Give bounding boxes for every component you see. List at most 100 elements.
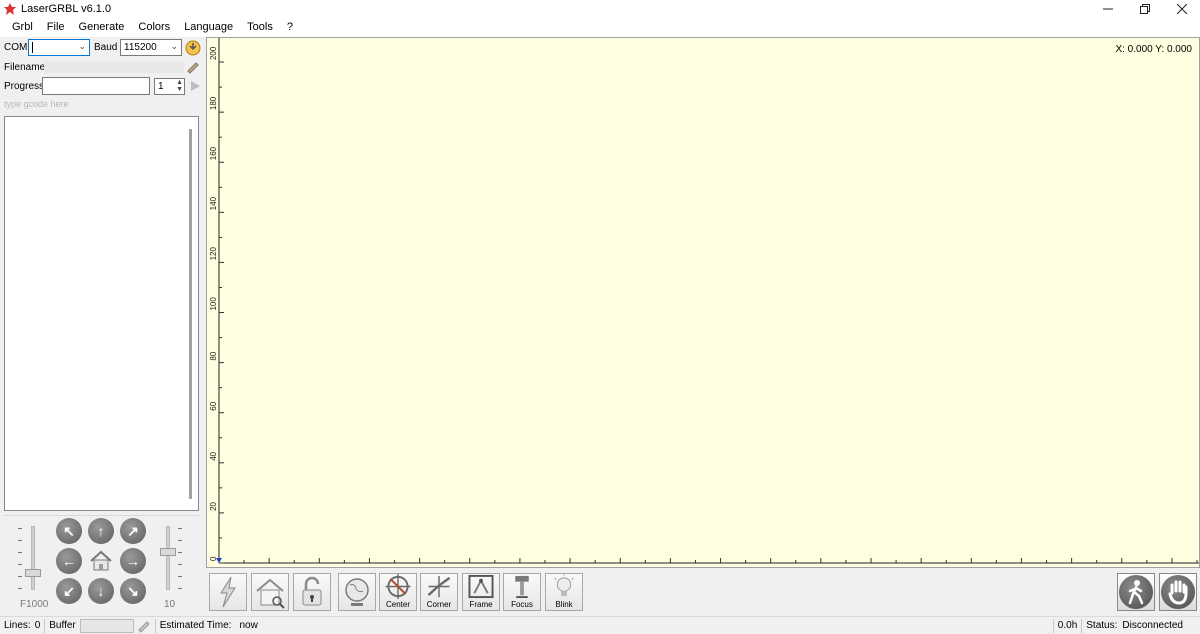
laser-head-icon [515, 575, 529, 599]
center-button[interactable]: Center [379, 573, 417, 611]
minimize-icon[interactable] [1089, 0, 1126, 18]
blink-button[interactable]: Blink [545, 573, 583, 611]
jog-down-right-button[interactable]: ↘ [120, 578, 146, 604]
jog-left-button[interactable]: ← [56, 548, 82, 574]
progress-bar [42, 77, 150, 95]
gcode-input[interactable]: type gcode here [4, 99, 69, 109]
buffer-pencil-icon [138, 620, 150, 633]
arrow-left-icon: ← [62, 553, 76, 569]
buffer-label: Buffer [49, 620, 76, 631]
canvas-rulers: 0204060801001201401601802002202402602803… [209, 38, 1199, 567]
frame-label: Frame [469, 600, 493, 609]
menu-bar: Grbl File Generate Colors Language Tools… [0, 18, 1200, 37]
status-value: Disconnected [1122, 620, 1183, 631]
jog-right-button[interactable]: → [120, 548, 146, 574]
homing-button[interactable] [251, 573, 289, 611]
open-file-button[interactable] [186, 60, 200, 74]
play-icon [191, 81, 200, 91]
y-tick-label: 20 [209, 501, 218, 510]
corner-button[interactable]: Corner [420, 573, 458, 611]
passes-stepper[interactable]: 1 ▲ ▼ [154, 77, 185, 95]
lines-label: Lines: [4, 620, 31, 631]
y-tick-label: 120 [209, 247, 218, 261]
step-label: 10 [164, 599, 176, 610]
arrow-up-left-icon: ↖ [63, 522, 75, 539]
frame-button[interactable]: Frame [462, 573, 500, 611]
run-button[interactable] [188, 79, 202, 93]
preview-canvas[interactable]: 0204060801001201401601802002202402602803… [206, 37, 1200, 568]
chevron-down-icon: ⌄ [170, 41, 178, 51]
arrow-right-icon: → [126, 553, 140, 569]
menu-help[interactable]: ? [280, 18, 300, 37]
jog-down-button[interactable]: ↓ [88, 578, 114, 604]
y-tick-label: 180 [209, 96, 218, 110]
y-tick-label: 200 [209, 46, 218, 60]
estimated-time-value: now [239, 620, 258, 631]
menu-grbl[interactable]: Grbl [5, 18, 40, 37]
resume-button[interactable] [1117, 573, 1155, 611]
gcode-console[interactable] [4, 116, 199, 511]
filename-label: Filename [4, 61, 46, 73]
abort-button[interactable] [1159, 573, 1197, 611]
home-search-icon [256, 578, 285, 609]
y-tick-label: 80 [209, 351, 218, 360]
arrow-up-right-icon: ↗ [127, 522, 139, 539]
hand-stop-icon [1161, 575, 1195, 609]
arrow-down-icon: ↓ [97, 583, 105, 599]
menu-tools[interactable]: Tools [240, 18, 280, 37]
menu-file[interactable]: File [40, 18, 72, 37]
jog-down-left-button[interactable]: ↙ [56, 578, 82, 604]
step-slider-thumb[interactable] [160, 548, 176, 556]
center-label: Center [385, 600, 410, 609]
chevron-down-icon: ⌄ [78, 41, 86, 51]
filename-field [44, 61, 184, 73]
connect-plug-icon [185, 40, 201, 55]
corner-label: Corner [426, 600, 452, 609]
status-bar: Lines: 0 Buffer Estimated Time: now 0.0h… [0, 616, 1200, 634]
lines-value: 0 [34, 620, 41, 631]
cursor-coordinates: X: 0.000 Y: 0.000 [1115, 44, 1192, 55]
unlock-icon [302, 576, 322, 606]
buffer-bar [79, 618, 134, 633]
y-tick-label: 100 [209, 297, 218, 311]
left-panel: COM ⌄ Baud 115200 ⌄ Filename Progress 1 … [0, 37, 203, 615]
frame-icon [468, 574, 494, 599]
restore-icon[interactable] [1126, 0, 1163, 18]
jog-up-button[interactable]: ↑ [88, 518, 114, 544]
status-label: Status: [1086, 620, 1118, 631]
y-tick-label: 140 [209, 196, 218, 210]
menu-generate[interactable]: Generate [72, 18, 132, 37]
baud-rate-select[interactable]: 115200 ⌄ [120, 39, 182, 56]
jog-up-right-button[interactable]: ↗ [120, 518, 146, 544]
baud-label: Baud [94, 42, 118, 53]
com-port-select[interactable]: ⌄ [28, 39, 90, 56]
console-scrollbar[interactable] [189, 129, 192, 499]
menu-language[interactable]: Language [177, 18, 240, 37]
y-tick-label: 40 [209, 451, 218, 460]
arrow-down-left-icon: ↙ [63, 582, 75, 599]
title-bar: LaserGRBL v6.1.0 [0, 0, 1200, 18]
arrow-down-right-icon: ↘ [127, 582, 139, 599]
text-caret [32, 42, 33, 53]
close-icon[interactable] [1163, 0, 1200, 18]
jog-up-left-button[interactable]: ↖ [56, 518, 82, 544]
arrow-up-icon: ↑ [97, 523, 105, 539]
step-slider[interactable] [166, 526, 170, 590]
focus-label: Focus [511, 600, 533, 609]
menu-colors[interactable]: Colors [131, 18, 177, 37]
estimated-time-label: Estimated Time: [159, 620, 232, 631]
blink-label: Blink [555, 600, 573, 609]
progress-label: Progress [4, 80, 45, 92]
lasergrbl-logo-icon [4, 3, 16, 15]
focus-button[interactable]: Focus [503, 573, 541, 611]
goto-position-button[interactable] [338, 573, 376, 611]
reset-button[interactable] [209, 573, 247, 611]
unlock-button[interactable] [293, 573, 331, 611]
jog-home-button[interactable] [88, 548, 114, 574]
home-icon [90, 550, 112, 571]
lightning-icon [220, 576, 236, 608]
speed-slider-thumb[interactable] [25, 569, 41, 577]
connect-button[interactable] [185, 40, 201, 56]
speed-slider[interactable] [31, 526, 35, 590]
jog-panel: F1000 ↖ ↑ ↗ ← → ↙ ↓ ↘ 10 [4, 515, 199, 615]
